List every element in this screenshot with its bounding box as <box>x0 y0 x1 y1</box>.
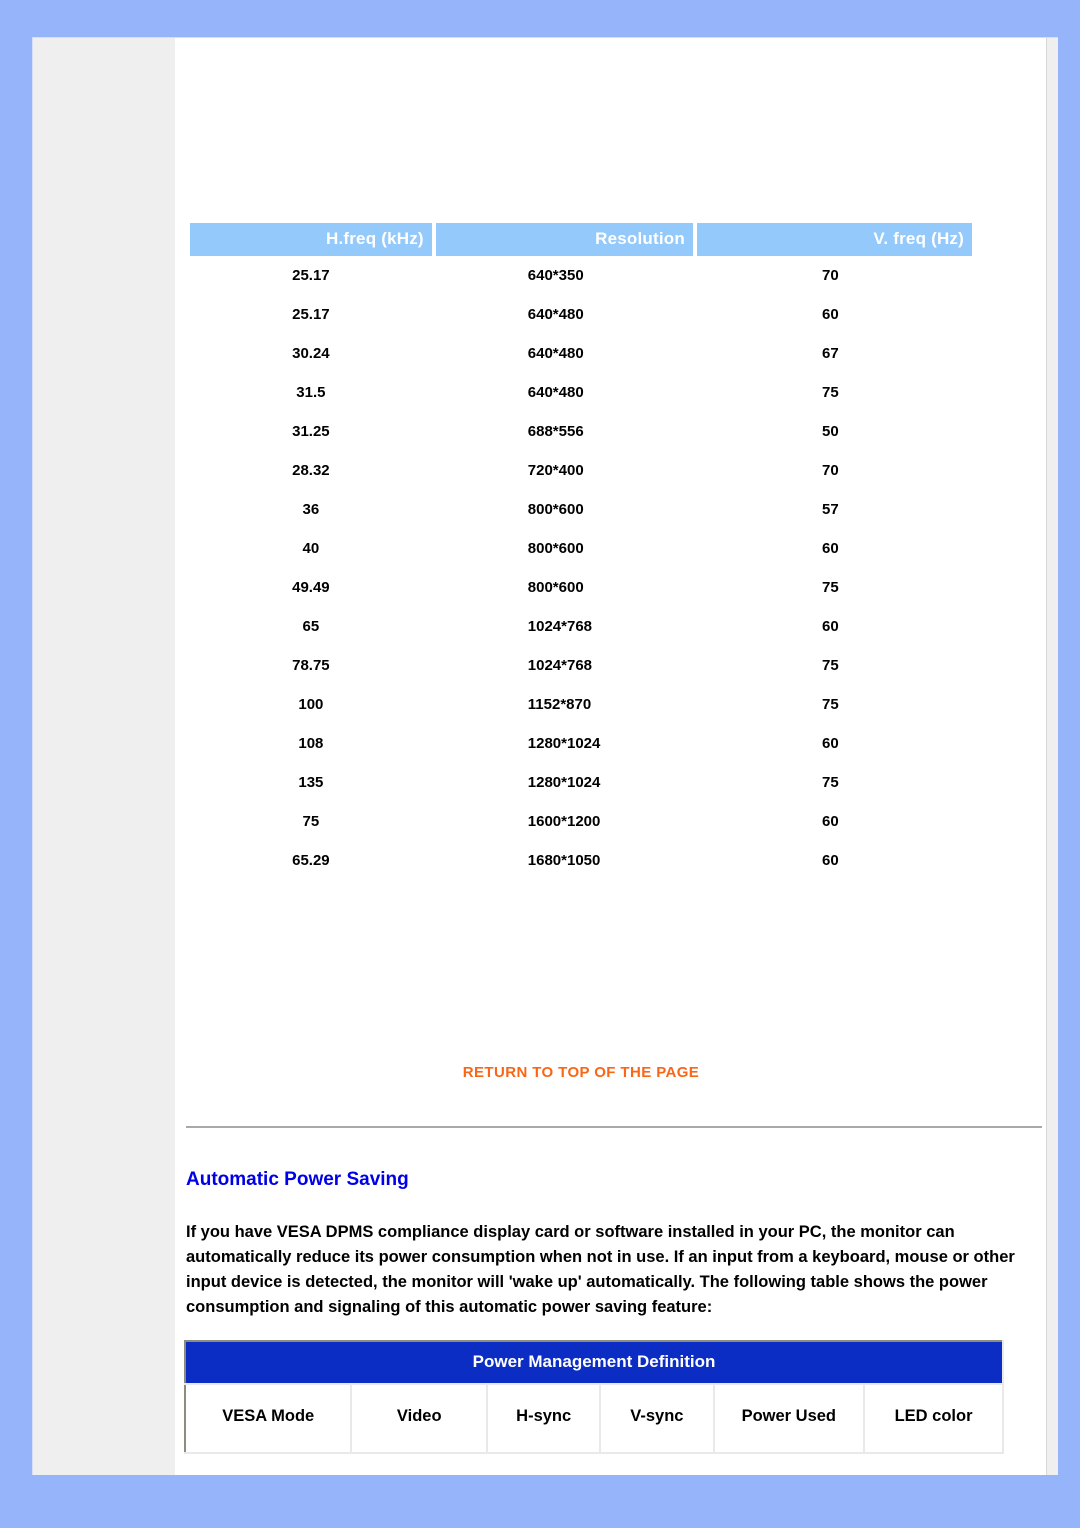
cell-vfreq: 75 <box>696 646 972 685</box>
pm-title-row: Power Management Definition <box>184 1340 1004 1385</box>
table-row: 40 800*600 60 <box>190 529 972 568</box>
cell-resolution: 1024*768 <box>435 607 693 646</box>
cell-vfreq: 57 <box>696 490 972 529</box>
pm-table-title: Power Management Definition <box>184 1340 1004 1385</box>
cell-hfreq: 108 <box>190 724 432 763</box>
table-row: 108 1280*1024 60 <box>190 724 972 763</box>
cell-resolution: 688*556 <box>435 412 693 451</box>
cell-vfreq: 50 <box>696 412 972 451</box>
section-divider <box>186 1126 1042 1128</box>
cell-hfreq: 100 <box>190 685 432 724</box>
column-header-hfreq: H.freq (kHz) <box>190 223 432 256</box>
table-row: 28.32 720*400 70 <box>190 451 972 490</box>
column-header-vfreq: V. freq (Hz) <box>696 223 972 256</box>
pm-column-header-led-color: LED color <box>863 1383 1004 1454</box>
cell-resolution: 640*480 <box>435 334 693 373</box>
column-header-resolution: Resolution <box>435 223 693 256</box>
cell-hfreq: 25.17 <box>190 295 432 334</box>
cell-resolution: 1152*870 <box>435 685 693 724</box>
cell-vfreq: 67 <box>696 334 972 373</box>
cell-vfreq: 75 <box>696 373 972 412</box>
table-row: 30.24 640*480 67 <box>190 334 972 373</box>
table-row: 78.75 1024*768 75 <box>190 646 972 685</box>
cell-resolution: 640*480 <box>435 295 693 334</box>
pm-column-header-hsync: H-sync <box>486 1383 602 1454</box>
cell-resolution: 640*480 <box>435 373 693 412</box>
cell-hfreq: 65.29 <box>190 841 432 880</box>
preset-display-modes-table: H.freq (kHz) Resolution V. freq (Hz) 25.… <box>186 223 976 880</box>
table-row: 65.29 1680*1050 60 <box>190 841 972 880</box>
cell-vfreq: 70 <box>696 256 972 295</box>
cell-vfreq: 60 <box>696 724 972 763</box>
table-row: 100 1152*870 75 <box>190 685 972 724</box>
cell-hfreq: 40 <box>190 529 432 568</box>
cell-hfreq: 31.5 <box>190 373 432 412</box>
table-header: H.freq (kHz) Resolution V. freq (Hz) <box>190 223 972 256</box>
power-management-definition-table: Power Management Definition VESA Mode Vi… <box>183 1340 1004 1454</box>
cell-vfreq: 60 <box>696 802 972 841</box>
table-row: 31.25 688*556 50 <box>190 412 972 451</box>
cell-vfreq: 60 <box>696 841 972 880</box>
cell-resolution: 640*350 <box>435 256 693 295</box>
right-scroll-rail <box>1046 38 1058 1475</box>
cell-resolution: 1600*1200 <box>435 802 693 841</box>
cell-hfreq: 78.75 <box>190 646 432 685</box>
pm-column-header-vesa-mode: VESA Mode <box>183 1383 353 1454</box>
table-body: 25.17 640*350 70 25.17 640*480 60 30.24 … <box>190 256 972 880</box>
cell-hfreq: 75 <box>190 802 432 841</box>
cell-vfreq: 60 <box>696 529 972 568</box>
cell-hfreq: 36 <box>190 490 432 529</box>
cell-hfreq: 30.24 <box>190 334 432 373</box>
page-frame: H.freq (kHz) Resolution V. freq (Hz) 25.… <box>32 37 1058 1475</box>
cell-vfreq: 60 <box>696 607 972 646</box>
automatic-power-saving-paragraph: If you have VESA DPMS compliance display… <box>186 1223 1015 1316</box>
cell-hfreq: 28.32 <box>190 451 432 490</box>
document-content: H.freq (kHz) Resolution V. freq (Hz) 25.… <box>175 38 1046 1475</box>
cell-resolution: 1280*1024 <box>435 763 693 802</box>
table-row: 31.5 640*480 75 <box>190 373 972 412</box>
pm-table-head: Power Management Definition VESA Mode Vi… <box>183 1340 1004 1454</box>
cell-vfreq: 75 <box>696 685 972 724</box>
cell-vfreq: 75 <box>696 763 972 802</box>
table-header-row: H.freq (kHz) Resolution V. freq (Hz) <box>190 223 972 256</box>
cell-resolution: 720*400 <box>435 451 693 490</box>
pm-column-header-video: Video <box>350 1383 489 1454</box>
pm-column-header-row: VESA Mode Video H-sync V-sync Power Used… <box>183 1383 1004 1454</box>
cell-hfreq: 135 <box>190 763 432 802</box>
cell-resolution: 800*600 <box>435 529 693 568</box>
table-row: 36 800*600 57 <box>190 490 972 529</box>
cell-hfreq: 65 <box>190 607 432 646</box>
table-row: 65 1024*768 60 <box>190 607 972 646</box>
cell-resolution: 800*600 <box>435 568 693 607</box>
cell-resolution: 1680*1050 <box>435 841 693 880</box>
cell-resolution: 1024*768 <box>435 646 693 685</box>
cell-vfreq: 60 <box>696 295 972 334</box>
cell-resolution: 1280*1024 <box>435 724 693 763</box>
table-row: 25.17 640*350 70 <box>190 256 972 295</box>
left-sidebar-rail <box>33 38 175 1475</box>
cell-vfreq: 70 <box>696 451 972 490</box>
cell-vfreq: 75 <box>696 568 972 607</box>
cell-resolution: 800*600 <box>435 490 693 529</box>
pm-column-header-vsync: V-sync <box>599 1383 715 1454</box>
return-to-top-link[interactable]: RETURN TO TOP OF THE PAGE <box>186 1064 976 1081</box>
table-row: 75 1600*1200 60 <box>190 802 972 841</box>
cell-hfreq: 49.49 <box>190 568 432 607</box>
table-row: 25.17 640*480 60 <box>190 295 972 334</box>
cell-hfreq: 31.25 <box>190 412 432 451</box>
table-row: 135 1280*1024 75 <box>190 763 972 802</box>
automatic-power-saving-heading: Automatic Power Saving <box>186 1169 409 1190</box>
table-row: 49.49 800*600 75 <box>190 568 972 607</box>
pm-column-header-power-used: Power Used <box>712 1383 866 1454</box>
cell-hfreq: 25.17 <box>190 256 432 295</box>
